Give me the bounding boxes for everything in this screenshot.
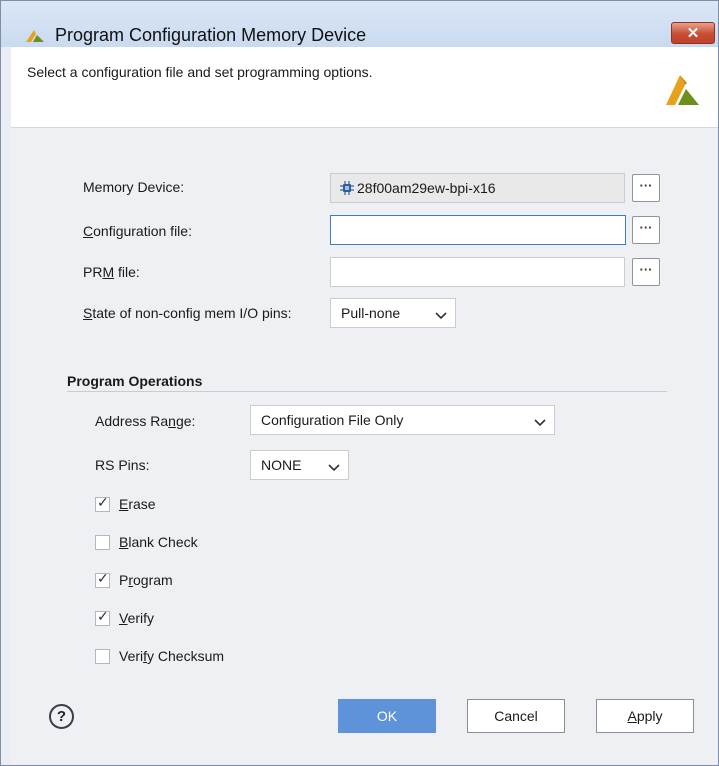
rs-pins-selected: NONE — [261, 457, 302, 473]
section-divider — [67, 391, 667, 392]
blank-check-checkbox[interactable] — [95, 535, 110, 550]
dialog-window: Program Configuration Memory Device ✕ Se… — [0, 0, 719, 766]
title-bar[interactable]: Program Configuration Memory Device ✕ — [1, 1, 718, 47]
address-range-selected: Configuration File Only — [261, 412, 404, 428]
program-checkbox[interactable]: ✓ — [95, 570, 110, 588]
blank-check-label[interactable]: Blank Check — [119, 534, 198, 550]
cancel-button[interactable]: Cancel — [467, 699, 565, 733]
rs-pins-select[interactable]: NONE — [250, 450, 349, 480]
configuration-file-browse-button[interactable]: ··· — [632, 216, 660, 244]
io-pins-select[interactable]: Pull-none — [330, 298, 456, 328]
address-range-label: Address Range: — [95, 413, 196, 429]
program-label[interactable]: Program — [119, 572, 173, 588]
prm-file-label: PRM file: — [83, 264, 140, 280]
check-icon: ✓ — [97, 494, 109, 510]
memory-device-value: 28f00am29ew-bpi-x16 — [357, 180, 496, 196]
memory-device-label: Memory Device: — [83, 179, 185, 195]
erase-checkbox[interactable]: ✓ — [95, 494, 110, 512]
window-title: Program Configuration Memory Device — [55, 25, 367, 45]
address-range-select[interactable]: Configuration File Only — [250, 405, 555, 435]
configuration-file-label: Configuration file: — [83, 223, 192, 239]
prm-file-input[interactable] — [330, 257, 625, 287]
erase-label[interactable]: Erase — [119, 496, 156, 512]
memory-device-browse-button[interactable]: ··· — [632, 174, 660, 202]
verify-checkbox[interactable]: ✓ — [95, 608, 110, 626]
chevron-down-icon — [534, 414, 546, 430]
verify-checksum-checkbox[interactable] — [95, 649, 110, 664]
verify-label[interactable]: Verify — [119, 610, 154, 626]
io-pins-selected: Pull-none — [341, 305, 401, 321]
chip-icon — [340, 181, 354, 198]
check-icon: ✓ — [97, 608, 109, 624]
memory-device-field: 28f00am29ew-bpi-x16 — [330, 173, 625, 203]
ok-button[interactable]: OK — [338, 699, 436, 733]
vivado-logo-icon — [25, 29, 45, 46]
configuration-file-input[interactable] — [330, 215, 626, 245]
dialog-header: Select a configuration file and set prog… — [11, 47, 718, 128]
close-button[interactable]: ✕ — [671, 22, 715, 44]
check-icon: ✓ — [97, 570, 109, 586]
apply-button[interactable]: Apply — [596, 699, 694, 733]
help-icon[interactable]: ? — [49, 704, 74, 729]
header-subtitle: Select a configuration file and set prog… — [27, 64, 373, 80]
rs-pins-label: RS Pins: — [95, 457, 150, 473]
chevron-down-icon — [328, 459, 340, 475]
verify-checksum-label[interactable]: Verify Checksum — [119, 648, 224, 664]
program-operations-title: Program Operations — [67, 373, 203, 389]
prm-file-browse-button[interactable]: ··· — [632, 258, 660, 286]
vivado-brand-icon — [663, 69, 701, 110]
io-pins-label: State of non-config mem I/O pins: — [83, 305, 292, 321]
chevron-down-icon — [435, 307, 447, 323]
